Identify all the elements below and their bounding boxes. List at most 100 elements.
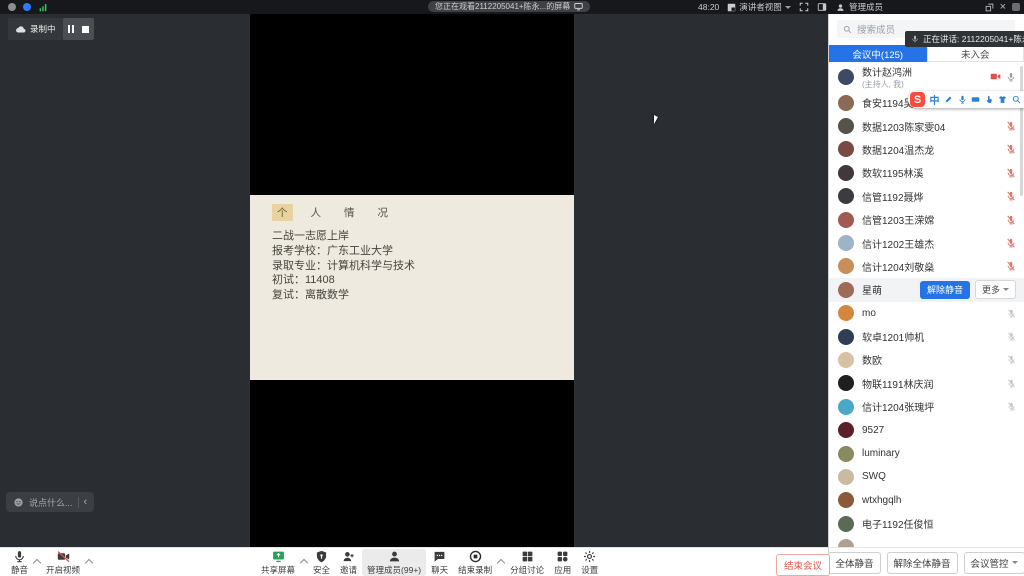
unmute-button[interactable]: 解除静音 (920, 281, 970, 299)
member-row[interactable]: 软卓1201帅机 (829, 325, 1024, 348)
settings-button[interactable]: 设置 (576, 549, 603, 576)
member-row[interactable]: wtxhgqlh (829, 489, 1024, 512)
stop-recording-button[interactable] (82, 26, 89, 33)
caret-up-icon[interactable] (33, 558, 41, 566)
watching-banner[interactable]: 您正在观看2112205041+陈永...的屏幕 (428, 1, 590, 12)
mic-off-icon (1006, 168, 1016, 178)
collapse-chat-icon[interactable]: ‹ (84, 496, 88, 508)
apps-button[interactable]: 应用 (549, 549, 576, 576)
invite-button[interactable]: 邀请 (335, 549, 362, 576)
mic-icon (911, 35, 919, 43)
quick-chat-bar[interactable]: 说点什么... ‹ (6, 492, 94, 512)
stop-record-button[interactable]: 结束录制 (453, 549, 497, 576)
pin-icon[interactable] (1012, 3, 1020, 11)
member-row[interactable]: SWQ (829, 465, 1024, 488)
member-row[interactable]: 数软1195林溪 (829, 161, 1024, 184)
camera-on-icon (990, 71, 1001, 82)
apps-icon (556, 550, 569, 563)
search-icon[interactable] (1012, 95, 1021, 104)
keyboard-icon[interactable] (971, 95, 980, 104)
mic-icon[interactable] (958, 95, 967, 104)
footer-button-label: 会议管控 (971, 556, 1009, 570)
caret-up-icon[interactable] (300, 558, 308, 566)
popout-icon[interactable] (985, 3, 994, 12)
member-row[interactable] (829, 535, 1024, 547)
member-row[interactable]: 9527 (829, 418, 1024, 441)
tab-in-meeting[interactable]: 会议中(125) (829, 45, 927, 62)
watching-banner-text: 您正在观看2112205041+陈永...的屏幕 (435, 1, 570, 12)
more-label: 更多 (982, 283, 1000, 296)
scrollbar[interactable] (1020, 66, 1023, 196)
fullscreen-icon[interactable] (799, 2, 809, 12)
member-row[interactable]: 物联1191林庆润 (829, 372, 1024, 395)
share-screen-button[interactable]: 共享屏幕 (256, 549, 300, 576)
speaking-tooltip-text: 正在讲话: 2112205041+陈永... (923, 33, 1024, 45)
invite-label: 邀请 (340, 564, 357, 576)
caret-up-icon[interactable] (497, 558, 505, 566)
close-panel-icon[interactable]: × (1000, 2, 1006, 12)
hand-icon[interactable] (985, 95, 994, 104)
manage-members-button[interactable]: 管理成员(99+) (362, 549, 426, 576)
member-row[interactable]: 信管1192聂烨 (829, 185, 1024, 208)
meeting-control-button[interactable]: 会议管控 (964, 552, 1024, 574)
emoji-icon[interactable] (13, 497, 24, 508)
avatar (838, 469, 854, 485)
side-panel-toggle-icon[interactable] (817, 2, 827, 12)
mouse-cursor (654, 115, 658, 124)
panel-header: 管理成员 (836, 0, 883, 14)
avatar (838, 118, 854, 134)
mute-button[interactable]: 静音 (6, 549, 33, 576)
document-section-tabs: 个人情况 (272, 204, 393, 221)
avatar (838, 516, 854, 532)
chat-input-placeholder[interactable]: 说点什么... (29, 496, 73, 509)
view-mode-selector[interactable]: 演讲者视图 (727, 1, 791, 13)
mic-off-icon (1006, 215, 1016, 225)
start-video-icon (57, 550, 70, 563)
doc-line: 录取专业：计算机科学与技术 (272, 259, 415, 274)
doc-tab: 人 (306, 204, 327, 221)
meeting-timer: 48:20 (698, 2, 719, 12)
member-row[interactable]: 数据1204温杰龙 (829, 138, 1024, 161)
member-row[interactable]: 数据1203陈家雯04 (829, 114, 1024, 137)
shirt-icon[interactable] (998, 95, 1007, 104)
member-row[interactable]: 信管1203王溁嫦 (829, 208, 1024, 231)
mic-off-icon (1006, 261, 1016, 271)
mute-all-button[interactable]: 全体静音 (828, 552, 880, 574)
end-meeting-button[interactable]: 结束会议 (776, 554, 830, 576)
member-row[interactable]: 电子1192任俊恒 (829, 512, 1024, 535)
member-row[interactable]: 信计1204刘敬燊 (829, 255, 1024, 278)
network-signal-icon[interactable] (38, 3, 48, 12)
info-icon[interactable] (8, 3, 16, 11)
member-row[interactable]: 信计1204张瑰坪 (829, 395, 1024, 418)
ime-toolbar[interactable]: S 中 (908, 91, 1024, 108)
security-shield-icon[interactable] (23, 3, 31, 11)
tab-not-joined[interactable]: 未入会 (927, 45, 1024, 62)
member-row[interactable]: 信计1202王雄杰 (829, 231, 1024, 254)
chat-button[interactable]: 聊天 (426, 549, 453, 576)
member-row[interactable]: 数欧 (829, 348, 1024, 371)
member-row[interactable]: 星萌解除静音更多 (829, 278, 1024, 301)
start-video-button[interactable]: 开启视频 (41, 549, 85, 576)
manage-members-icon (388, 550, 401, 563)
pause-recording-button[interactable] (68, 25, 74, 33)
member-row[interactable]: mo (829, 302, 1024, 325)
pen-icon[interactable] (944, 95, 953, 104)
mic-disabled-icon (1007, 332, 1016, 341)
footer-button-label: 全体静音 (835, 556, 873, 570)
security-label: 安全 (313, 564, 330, 576)
member-name: 数据1203陈家雯04 (862, 119, 945, 134)
security-button[interactable]: 安全 (308, 549, 335, 576)
more-button[interactable]: 更多 (975, 280, 1016, 299)
member-name: mo (862, 308, 876, 319)
mic-disabled-icon (1007, 355, 1016, 364)
ime-logo-icon[interactable]: S (910, 92, 925, 107)
member-name: 9527 (862, 425, 884, 436)
breakout-rooms-button[interactable]: 分组讨论 (505, 549, 549, 576)
member-name: SWQ (862, 471, 886, 482)
member-row[interactable]: luminary (829, 442, 1024, 465)
member-row[interactable]: 数计赵鸿洲(主持人, 我) (829, 62, 1024, 91)
mute-label: 静音 (11, 564, 28, 576)
unmute-all-button[interactable]: 解除全体静音 (887, 552, 958, 574)
ime-mode-toggle[interactable]: 中 (930, 92, 940, 107)
caret-up-icon[interactable] (85, 558, 93, 566)
